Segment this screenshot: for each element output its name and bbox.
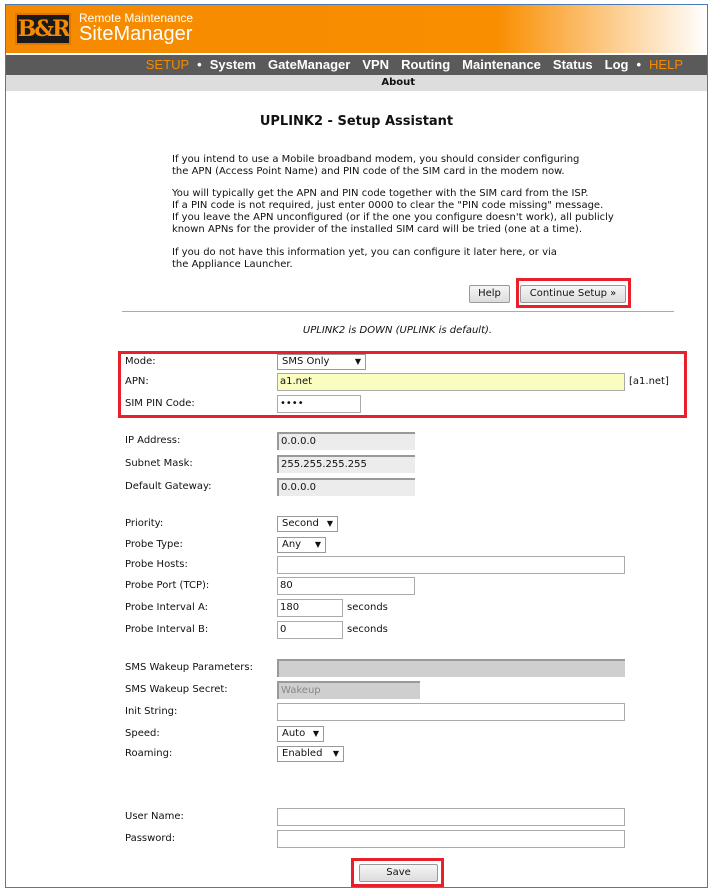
nav-item-help[interactable]: HELP xyxy=(649,57,683,72)
brand-title: SiteManager xyxy=(79,23,193,45)
probe-interval-b-suffix: seconds xyxy=(347,624,388,635)
user-name-input[interactable] xyxy=(277,808,625,826)
ip-address-label: IP Address: xyxy=(125,435,181,446)
probe-interval-a-suffix: seconds xyxy=(347,602,388,613)
nav-separator: • xyxy=(636,57,642,72)
selected-value: Auto xyxy=(282,728,306,739)
selected-value: Second xyxy=(282,518,319,529)
probe-hosts-input[interactable] xyxy=(277,556,625,574)
init-string-input[interactable] xyxy=(277,703,625,721)
selected-value: Enabled xyxy=(282,748,323,759)
ip-address-input: 0.0.0.0 xyxy=(277,432,415,450)
chevron-down-icon: ▼ xyxy=(326,519,333,528)
probe-type-label: Probe Type: xyxy=(125,539,183,550)
probe-interval-b-input[interactable]: 0 xyxy=(277,621,343,639)
page-title: UPLINK2 - Setup Assistant xyxy=(259,114,454,129)
apn-suffix: [a1.net] xyxy=(629,376,669,387)
continue-setup-button[interactable]: Continue Setup » xyxy=(520,285,626,303)
user-name-label: User Name: xyxy=(125,811,184,822)
selected-value: Any xyxy=(282,539,302,550)
nav-item-log[interactable]: Log xyxy=(605,57,629,72)
probe-hosts-label: Probe Hosts: xyxy=(125,559,188,570)
nav-item-vpn[interactable]: VPN xyxy=(362,57,389,72)
apn-label: APN: xyxy=(125,376,149,387)
sms-wakeup-parameters-label: SMS Wakeup Parameters: xyxy=(125,662,253,673)
sms-wakeup-secret-input: Wakeup xyxy=(277,681,420,699)
nav-item-routing[interactable]: Routing xyxy=(401,57,450,72)
chevron-down-icon: ▼ xyxy=(354,357,361,366)
init-string-label: Init String: xyxy=(125,706,178,717)
default-gateway-label: Default Gateway: xyxy=(125,481,212,492)
probe-port-tcp-label: Probe Port (TCP): xyxy=(125,580,210,591)
nav-item-system[interactable]: System xyxy=(210,57,256,72)
nav-item-maintenance[interactable]: Maintenance xyxy=(462,57,541,72)
subnet-mask-label: Subnet Mask: xyxy=(125,458,193,469)
subnet-mask-input: 255.255.255.255 xyxy=(277,455,415,473)
nav-item-gatemanager[interactable]: GateManager xyxy=(268,57,350,72)
priority-select[interactable]: Second ▼ xyxy=(277,516,338,532)
sms-wakeup-secret-label: SMS Wakeup Secret: xyxy=(125,684,228,695)
save-button[interactable]: Save xyxy=(359,864,438,882)
nav-item-status[interactable]: Status xyxy=(553,57,593,72)
uplink-status: UPLINK2 is DOWN (UPLINK is default). xyxy=(302,325,493,336)
sim-pin-code-input[interactable]: •••• xyxy=(277,395,361,413)
speed-label: Speed: xyxy=(125,728,160,739)
probe-interval-b-label: Probe Interval B: xyxy=(125,624,209,635)
speed-select[interactable]: Auto ▼ xyxy=(277,726,324,742)
mode-label: Mode: xyxy=(125,356,156,367)
password-label: Password: xyxy=(125,833,176,844)
priority-label: Priority: xyxy=(125,518,164,529)
intro-paragraph: You will typically get the APN and PIN c… xyxy=(172,188,614,235)
nav-separator: • xyxy=(197,57,202,72)
sub-nav-about[interactable]: About xyxy=(6,75,707,91)
sim-pin-code-label: SIM PIN Code: xyxy=(125,398,195,409)
probe-type-select[interactable]: Any ▼ xyxy=(277,537,326,553)
probe-port-tcp-input[interactable]: 80 xyxy=(277,577,415,595)
sms-wakeup-parameters-input xyxy=(277,659,625,677)
intro-paragraph: If you intend to use a Mobile broadband … xyxy=(172,154,580,177)
help-button[interactable]: Help xyxy=(469,285,510,303)
nav-item-setup[interactable]: SETUP xyxy=(146,57,189,72)
password-input[interactable] xyxy=(277,830,625,848)
chevron-down-icon: ▼ xyxy=(314,540,321,549)
header-banner: B&R Remote Maintenance SiteManager xyxy=(6,5,707,53)
default-gateway-input: 0.0.0.0 xyxy=(277,478,415,496)
divider xyxy=(122,311,674,312)
probe-interval-a-input[interactable]: 180 xyxy=(277,599,343,617)
mode-select[interactable]: SMS Only ▼ xyxy=(277,354,366,370)
main-nav: SETUP • System GateManager VPN Routing Mainten… xyxy=(6,55,707,75)
selected-value: SMS Only xyxy=(282,356,330,367)
intro-paragraph: If you do not have this information yet,… xyxy=(172,247,557,270)
apn-input[interactable]: a1.net xyxy=(277,373,625,391)
chevron-down-icon: ▼ xyxy=(312,729,319,738)
roaming-select[interactable]: Enabled ▼ xyxy=(277,746,344,762)
probe-interval-a-label: Probe Interval A: xyxy=(125,602,209,613)
roaming-label: Roaming: xyxy=(125,748,173,759)
chevron-down-icon: ▼ xyxy=(332,749,339,758)
brand-logo: B&R xyxy=(15,13,71,45)
